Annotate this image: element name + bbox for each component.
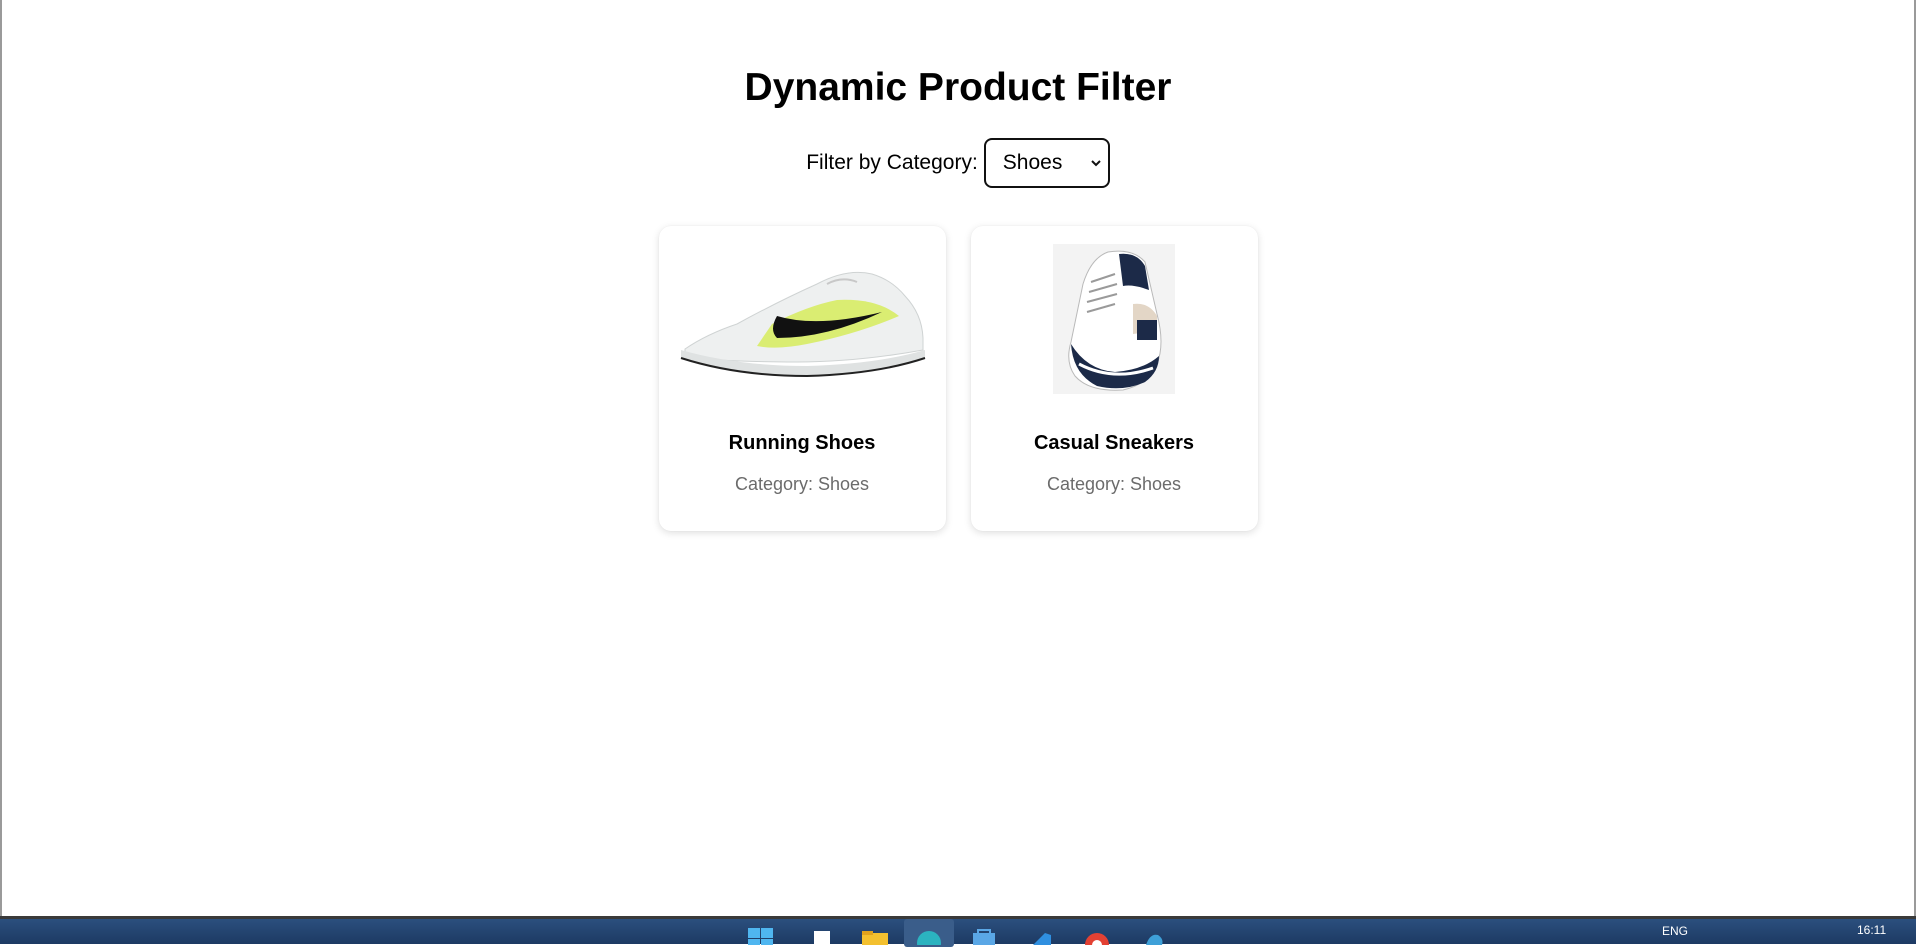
category-select[interactable]: Shoes bbox=[983, 138, 1110, 188]
product-name: Running Shoes bbox=[728, 432, 876, 454]
product-category: Category: Shoes bbox=[1046, 474, 1182, 494]
file-explorer-icon[interactable] bbox=[860, 923, 890, 945]
taskbar: ENG 16:11 bbox=[0, 916, 1916, 947]
clock[interactable]: 16:11 bbox=[1857, 923, 1886, 937]
category-filter: Filter by Category: Shoes bbox=[2, 138, 1914, 188]
filter-label: Filter by Category: bbox=[806, 151, 978, 174]
language-indicator[interactable]: ENG bbox=[1662, 924, 1688, 938]
casual-sneaker-image bbox=[989, 244, 1240, 394]
product-category: Category: Shoes bbox=[734, 474, 870, 494]
browser-viewport: Dynamic Product Filter Filter by Categor… bbox=[0, 0, 1916, 916]
store-icon[interactable] bbox=[969, 923, 999, 945]
chevron-down-icon bbox=[1091, 160, 1101, 167]
product-name: Casual Sneakers bbox=[1033, 432, 1195, 454]
category-select-value: Shoes bbox=[1002, 151, 1063, 174]
product-card[interactable]: Casual Sneakers Category: Shoes bbox=[970, 226, 1258, 531]
page-title: Dynamic Product Filter bbox=[744, 66, 1172, 109]
chrome-icon[interactable] bbox=[1082, 923, 1112, 945]
vscode-icon[interactable] bbox=[1025, 923, 1055, 945]
edge-browser-icon[interactable] bbox=[914, 923, 944, 945]
app-icon[interactable] bbox=[1140, 923, 1170, 945]
windows-start-icon[interactable] bbox=[746, 923, 776, 945]
product-grid: Running Shoes Category: Shoes Casual Sne… bbox=[2, 226, 1914, 531]
running-shoe-image bbox=[677, 244, 928, 394]
notepad-icon[interactable] bbox=[807, 923, 837, 945]
product-card[interactable]: Running Shoes Category: Shoes bbox=[658, 226, 946, 531]
